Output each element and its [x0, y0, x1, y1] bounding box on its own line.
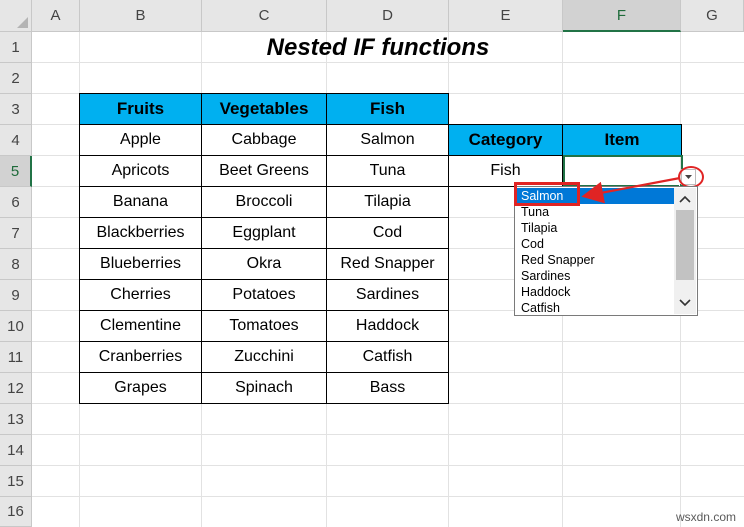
chevron-down-icon — [679, 299, 691, 307]
row-header-4[interactable]: 4 — [0, 125, 32, 156]
watermark: wsxdn.com — [675, 510, 736, 524]
row-header-14[interactable]: 14 — [0, 435, 32, 466]
row-header-11[interactable]: 11 — [0, 342, 32, 373]
table-cell[interactable]: Eggplant — [202, 218, 327, 249]
header-fish[interactable]: Fish — [327, 94, 449, 125]
table-cell[interactable]: Apple — [80, 125, 202, 156]
table-cell[interactable]: Cod — [327, 218, 449, 249]
column-header-b[interactable]: B — [80, 0, 202, 32]
dropdown-scrollbar[interactable] — [674, 188, 696, 314]
table-cell[interactable]: Banana — [80, 187, 202, 218]
column-header-e[interactable]: E — [449, 0, 563, 32]
table-cell[interactable]: Beet Greens — [202, 156, 327, 187]
item-value-cell[interactable] — [563, 156, 682, 187]
table-cell[interactable]: Cherries — [80, 280, 202, 311]
chevron-up-icon — [679, 195, 691, 203]
header-category[interactable]: Category — [449, 125, 563, 156]
header-item[interactable]: Item — [563, 125, 682, 156]
dropdown-option-tuna[interactable]: Tuna — [517, 204, 674, 220]
dropdown-option-haddock[interactable]: Haddock — [517, 284, 674, 300]
table-cell[interactable]: Okra — [202, 249, 327, 280]
dropdown-option-red-snapper[interactable]: Red Snapper — [517, 252, 674, 268]
table-cell[interactable]: Salmon — [327, 125, 449, 156]
scroll-thumb[interactable] — [676, 210, 694, 280]
sheet-title[interactable]: Nested IF functions — [80, 32, 676, 63]
table-cell[interactable]: Bass — [327, 373, 449, 404]
dropdown-option-salmon[interactable]: Salmon — [517, 188, 674, 204]
scroll-down-button[interactable] — [674, 294, 696, 312]
column-header-a[interactable]: A — [32, 0, 80, 32]
row-header-13[interactable]: 13 — [0, 404, 32, 435]
row-header-10[interactable]: 10 — [0, 311, 32, 342]
row-header-1[interactable]: 1 — [0, 32, 32, 63]
table-cell[interactable]: Cabbage — [202, 125, 327, 156]
row-header-8[interactable]: 8 — [0, 249, 32, 280]
row-header-15[interactable]: 15 — [0, 466, 32, 497]
dropdown-option-sardines[interactable]: Sardines — [517, 268, 674, 284]
row-header-16[interactable]: 16 — [0, 497, 32, 527]
row-header-7[interactable]: 7 — [0, 218, 32, 249]
table-cell[interactable]: Tomatoes — [202, 311, 327, 342]
table-cell[interactable]: Tuna — [327, 156, 449, 187]
dropdown-option-tilapia[interactable]: Tilapia — [517, 220, 674, 236]
table-cell[interactable]: Potatoes — [202, 280, 327, 311]
table-cell[interactable]: Zucchini — [202, 342, 327, 373]
table-cell[interactable]: Haddock — [327, 311, 449, 342]
table-cell[interactable]: Grapes — [80, 373, 202, 404]
table-cell[interactable]: Broccoli — [202, 187, 327, 218]
dropdown-options: Salmon Tuna Tilapia Cod Red Snapper Sard… — [517, 188, 674, 316]
row-header-12[interactable]: 12 — [0, 373, 32, 404]
table-cell[interactable]: Catfish — [327, 342, 449, 373]
row-header-9[interactable]: 9 — [0, 280, 32, 311]
column-header-c[interactable]: C — [202, 0, 327, 32]
table-cell[interactable]: Tilapia — [327, 187, 449, 218]
row-header-2[interactable]: 2 — [0, 63, 32, 94]
table-cell[interactable]: Blackberries — [80, 218, 202, 249]
column-header-d[interactable]: D — [327, 0, 449, 32]
table-cell[interactable]: Clementine — [80, 311, 202, 342]
dropdown-option-cod[interactable]: Cod — [517, 236, 674, 252]
table-cell[interactable]: Cranberries — [80, 342, 202, 373]
header-vegetables[interactable]: Vegetables — [202, 94, 327, 125]
row-header-3[interactable]: 3 — [0, 94, 32, 125]
column-header-g[interactable]: G — [681, 0, 744, 32]
row-header-6[interactable]: 6 — [0, 187, 32, 218]
category-value-cell[interactable]: Fish — [449, 156, 563, 187]
scroll-up-button[interactable] — [674, 190, 696, 208]
table-cell[interactable]: Sardines — [327, 280, 449, 311]
dropdown-list[interactable]: Salmon Tuna Tilapia Cod Red Snapper Sard… — [514, 186, 698, 316]
callout-circle — [678, 166, 704, 188]
header-fruits[interactable]: Fruits — [80, 94, 202, 125]
dropdown-option-catfish[interactable]: Catfish — [517, 300, 674, 316]
select-all-button[interactable] — [0, 0, 32, 32]
table-cell[interactable]: Blueberries — [80, 249, 202, 280]
select-all-icon — [17, 17, 28, 28]
table-cell[interactable]: Apricots — [80, 156, 202, 187]
table-cell[interactable]: Spinach — [202, 373, 327, 404]
column-header-f[interactable]: F — [563, 0, 681, 32]
row-header-5[interactable]: 5 — [0, 156, 32, 187]
table-cell[interactable]: Red Snapper — [327, 249, 449, 280]
spreadsheet: A B C D E F G 1 2 3 4 5 6 7 8 9 10 11 12… — [0, 0, 744, 527]
